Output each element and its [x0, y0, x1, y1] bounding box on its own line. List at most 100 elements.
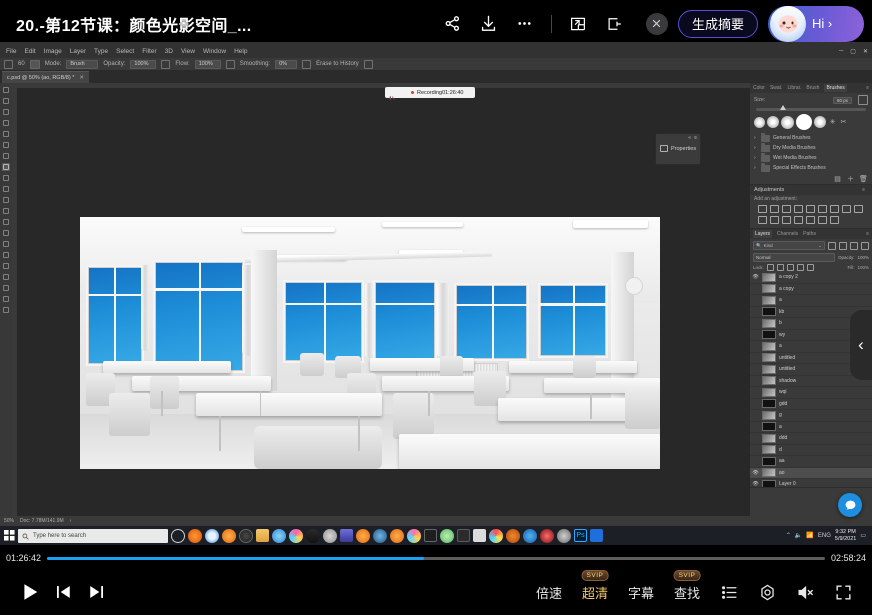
firefox3-icon[interactable]	[390, 529, 404, 543]
chevron-right-icon[interactable]: ›	[754, 155, 758, 161]
smoothing-options-gear-icon[interactable]	[302, 60, 311, 69]
editor-icon[interactable]	[424, 529, 437, 542]
dodge-tool-icon[interactable]	[2, 229, 10, 237]
color-balance-icon[interactable]	[830, 205, 839, 213]
chat-bubble-button[interactable]	[838, 493, 862, 517]
next-button[interactable]	[80, 575, 114, 609]
blur-tool-icon[interactable]	[2, 218, 10, 226]
invert-icon[interactable]	[782, 216, 791, 224]
notes-icon[interactable]	[340, 529, 353, 542]
shape-tool-icon[interactable]	[2, 273, 10, 281]
smoothing-input[interactable]: 0%	[275, 60, 297, 69]
previous-button[interactable]	[46, 575, 80, 609]
layers-panel-tabs[interactable]: Layers Channels Paths ≡	[750, 229, 872, 239]
menu-file[interactable]: File	[6, 48, 16, 55]
eye-icon[interactable]: 👁	[752, 481, 759, 487]
exposure-icon[interactable]	[794, 205, 803, 213]
brush-preset-5[interactable]	[814, 116, 826, 128]
mode-select[interactable]: Brush	[66, 60, 98, 69]
brush-preset-1[interactable]	[754, 117, 765, 128]
brush-folder-general[interactable]: › General Brushes	[750, 133, 872, 143]
chevron-right-icon[interactable]: ›	[754, 135, 758, 141]
tab-swatches[interactable]: Swat.	[770, 85, 783, 91]
brushes-panel-menu-icon[interactable]: ≡	[866, 85, 869, 91]
marquee-tool-icon[interactable]	[2, 97, 10, 105]
properties-panel[interactable]: « ≡ Properties	[655, 133, 701, 165]
brush-tool-icon-selected[interactable]	[2, 163, 10, 171]
collapse-icon[interactable]: «	[688, 135, 691, 142]
document-tab-close-icon[interactable]: ✕	[79, 75, 84, 81]
flow-input[interactable]: 100%	[195, 60, 221, 69]
play-button[interactable]	[12, 575, 46, 609]
clone-stamp-tool-icon[interactable]	[2, 174, 10, 182]
brush-presets-row[interactable]: ✳ ✂	[750, 111, 872, 133]
menu-type[interactable]: Type	[94, 48, 108, 55]
photoshop-taskbar-icon[interactable]: Ps	[574, 529, 587, 542]
pen-tool-icon[interactable]	[2, 240, 10, 248]
chevron-right-icon[interactable]: ›	[754, 145, 758, 151]
window-close-button[interactable]: ✕	[863, 48, 868, 55]
menu-layer[interactable]: Layer	[70, 48, 86, 55]
lock-image-pixels-icon[interactable]	[777, 264, 784, 271]
green-app-icon[interactable]	[440, 529, 454, 543]
filter-adjustment-icon[interactable]	[839, 242, 847, 250]
cortana-icon[interactable]	[171, 529, 185, 543]
opacity-pressure-icon[interactable]	[161, 60, 170, 69]
lock-position-icon[interactable]	[787, 264, 794, 271]
table-row[interactable]: 👁 ao	[750, 468, 872, 480]
globe-icon[interactable]	[239, 529, 253, 543]
photoshop-canvas[interactable]: « ≡ Properties	[12, 83, 750, 516]
table-row[interactable]: 👁 a copy 2	[750, 272, 872, 284]
curves-icon[interactable]	[782, 205, 791, 213]
playback-speed-button[interactable]: 倍速	[528, 583, 570, 602]
table-row[interactable]: 👁 Layer 0	[750, 479, 872, 487]
chevron-right-icon[interactable]: ›	[754, 165, 758, 171]
file-explorer-icon[interactable]	[256, 529, 269, 542]
more-icon[interactable]	[507, 6, 543, 42]
lasso-tool-icon[interactable]	[2, 108, 10, 116]
clock[interactable]: 9:32 PM 5/9/2021	[835, 529, 856, 542]
brushes-panel-footer[interactable]: ▤ ＋ 🗑	[750, 173, 872, 184]
channel-mixer-icon[interactable]	[758, 216, 767, 224]
photos-icon[interactable]	[289, 529, 303, 543]
document-app-icon[interactable]	[590, 529, 603, 542]
brush-folder-special-effects[interactable]: › Special Effects Brushes	[750, 163, 872, 173]
download-icon[interactable]	[471, 6, 507, 42]
layers-panel-menu-icon[interactable]: ≡	[866, 231, 869, 237]
chevron-down-icon[interactable]: ⌄	[818, 243, 822, 249]
menu-view[interactable]: View	[181, 48, 195, 55]
photoshop-toolbar[interactable]	[0, 83, 12, 516]
store-icon[interactable]	[272, 529, 286, 543]
tab-color[interactable]: Color	[753, 85, 765, 91]
brightness-contrast-icon[interactable]	[758, 205, 767, 213]
menu-filter[interactable]: Filter	[142, 48, 156, 55]
rgb-app-icon[interactable]	[489, 529, 503, 543]
tab-brush[interactable]: Brush	[806, 85, 819, 91]
system-tray[interactable]: ⌃ 🔈 📶 ENG 9:32 PM 5/9/2021 ▭	[786, 529, 869, 542]
table-row[interactable]: ddd	[750, 433, 872, 445]
filter-pixel-icon[interactable]	[828, 242, 836, 250]
tab-paths[interactable]: Paths	[803, 231, 816, 237]
eyedropper-tool-icon[interactable]	[2, 141, 10, 149]
vibrance-icon[interactable]	[806, 205, 815, 213]
colorful-app-icon[interactable]	[407, 529, 421, 543]
window-controls[interactable]: ─ ▢ ✕	[839, 48, 868, 55]
table-row[interactable]: aa	[750, 456, 872, 468]
path-select-tool-icon[interactable]	[2, 262, 10, 270]
network-icon[interactable]: 📶	[806, 532, 813, 539]
brush-folder-wet-media[interactable]: › Wet Media Brushes	[750, 153, 872, 163]
brush-preset-3[interactable]	[781, 116, 794, 129]
color-lookup-icon[interactable]	[770, 216, 779, 224]
quick-select-tool-icon[interactable]	[2, 119, 10, 127]
table-row[interactable]: a copy	[750, 284, 872, 296]
fill-value[interactable]: 100%	[857, 265, 869, 270]
eraser-tool-icon[interactable]	[2, 196, 10, 204]
menu-select[interactable]: Select	[116, 48, 134, 55]
browser-icon[interactable]	[205, 529, 219, 543]
tablet-pressure-icon[interactable]	[364, 60, 373, 69]
menu-help[interactable]: Help	[234, 48, 247, 55]
blend-mode-select[interactable]: Normal	[753, 253, 835, 262]
brushes-panel-tabs[interactable]: Color Swat. Librar. Brush Brushes ≡	[750, 83, 872, 93]
eye-icon[interactable]: 👁	[752, 274, 759, 280]
menu-edit[interactable]: Edit	[24, 48, 35, 55]
